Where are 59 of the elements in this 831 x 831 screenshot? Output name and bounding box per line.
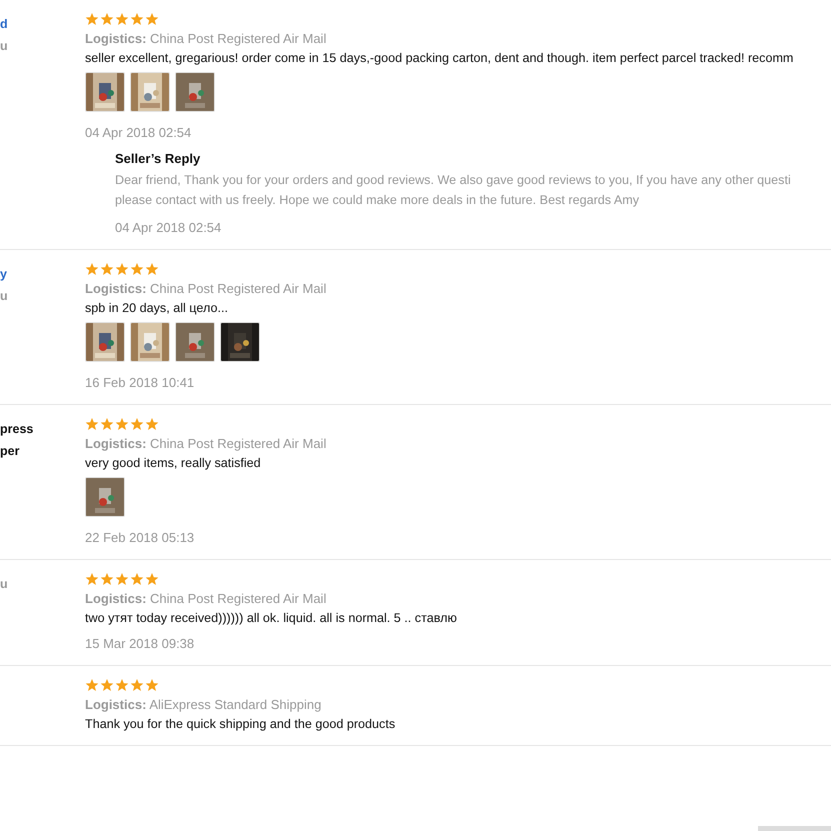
star-icon [130, 417, 144, 431]
star-icon [145, 678, 159, 692]
photo-thumbnail[interactable] [85, 322, 125, 362]
star-icon [115, 572, 129, 586]
photo-thumbnail[interactable] [175, 72, 215, 112]
star-icon [100, 262, 114, 276]
photo-thumbnail[interactable] [175, 322, 215, 362]
logistics-text: Logistics: China Post Registered Air Mail [85, 436, 326, 451]
photo-thumbnail[interactable] [130, 322, 170, 362]
review-text: Thank you for the quick shipping and the good products [85, 717, 396, 731]
star-icon [85, 572, 99, 586]
star-icon [130, 572, 144, 586]
star-icon [145, 12, 159, 26]
review-date: 04 Apr 2018 02:54 [85, 125, 192, 140]
buyer-name: press [0, 421, 34, 438]
photo-thumbnail[interactable] [130, 72, 170, 112]
scrollbar[interactable] [758, 826, 831, 831]
star-icon [145, 572, 159, 586]
reply-text: please contact with us freely. Hope we could make more deals in the future. Best regards Amy [115, 192, 640, 209]
reply-text: Dear friend, Thank you for your orders and good reviews. We also gave good reviews to you, If you have any other questi [115, 172, 792, 189]
photo-thumbnail[interactable] [85, 477, 125, 517]
review-date: 15 Mar 2018 09:38 [85, 636, 194, 651]
star-icon [115, 417, 129, 431]
review-text: very good items, really satisfied [85, 456, 261, 470]
review-date: 16 Feb 2018 10:41 [85, 375, 194, 390]
buyer-name: u [0, 288, 9, 305]
review-text: two утят today received)))))) all ok. liquid. all is normal. 5 .. ставлю [85, 611, 457, 625]
review-text: spb in 20 days, all цело... [85, 301, 228, 315]
star-icon [100, 572, 114, 586]
logistics-text: Logistics: China Post Registered Air Mail [85, 281, 326, 296]
star-icon [85, 678, 99, 692]
logistics-text: Logistics: China Post Registered Air Mail [85, 31, 326, 46]
review-text: seller excellent, gregarious! order come in 15 days,-good packing carton, dent and though. item perfect parcel tracked! recomm [85, 51, 794, 65]
buyer-name[interactable]: d [0, 15, 85, 33]
star-icon [115, 12, 129, 26]
photo-thumbnail[interactable] [220, 322, 260, 362]
star-icon [100, 417, 114, 431]
star-icon [145, 417, 159, 431]
star-icon [100, 12, 114, 26]
star-icon [130, 678, 144, 692]
star-icon [145, 262, 159, 276]
review-date: 22 Feb 2018 05:13 [85, 530, 194, 545]
star-icon [85, 262, 99, 276]
star-icon [100, 678, 114, 692]
star-icon [115, 678, 129, 692]
logistics-text: Logistics: China Post Registered Air Mail [85, 591, 326, 606]
star-icon [115, 262, 129, 276]
star-icon [85, 417, 99, 431]
photo-thumbnail[interactable] [85, 72, 125, 112]
reply-date: 04 Apr 2018 02:54 [115, 220, 222, 235]
logistics-text: Logistics: AliExpress Standard Shipping [85, 697, 322, 712]
star-icon [85, 12, 99, 26]
buyer-name: per [0, 443, 20, 460]
reply-title: Seller’s Reply [115, 151, 200, 166]
star-icon [130, 262, 144, 276]
buyer-name[interactable]: y [0, 265, 85, 283]
buyer-name: u [0, 576, 9, 593]
star-icon [130, 12, 144, 26]
buyer-name: u [0, 38, 9, 55]
